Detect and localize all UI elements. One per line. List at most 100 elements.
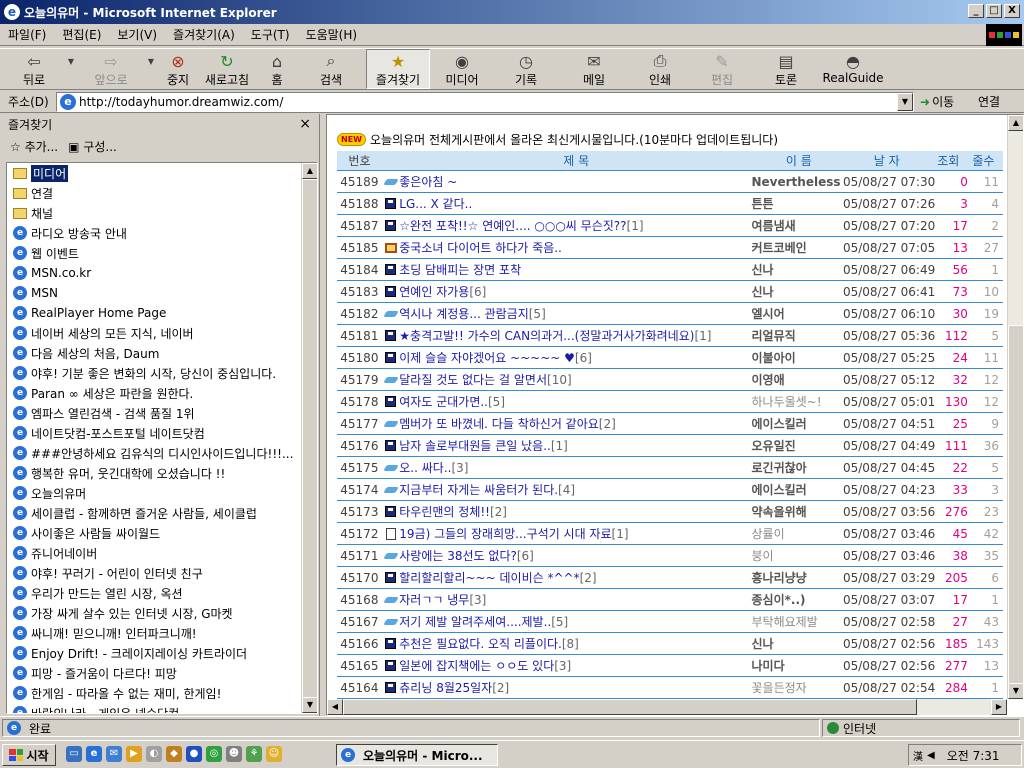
favorites-link[interactable]: e 바람의나라 - 게임은 넥슨닷컴 <box>7 703 301 713</box>
post-author[interactable]: 종심이*..) <box>751 591 842 608</box>
post-subject-link[interactable]: 좋은아침 ~ <box>399 173 751 190</box>
favorites-link[interactable]: e 다음 세상의 처음, Daum <box>7 343 301 363</box>
scroll-left-icon[interactable]: ◀ <box>327 699 343 715</box>
favorites-link[interactable]: e ###안녕하세요 김유식의 디시인사이드입니다!!!... <box>7 443 301 463</box>
post-author[interactable]: 나미다 <box>751 657 842 674</box>
messenger-icon[interactable]: ● <box>186 746 202 762</box>
favorites-link[interactable]: e 한게임 - 따라올 수 없는 재미, 한게임! <box>7 683 301 703</box>
favorites-link[interactable]: e 피망 - 즐거움이 다르다! 피망 <box>7 663 301 683</box>
post-subject-link[interactable]: 오.. 싸다..[3] <box>399 459 751 476</box>
favorites-link[interactable]: e 사이좋은 사람들 싸이월드 <box>7 523 301 543</box>
close-button[interactable]: X <box>1004 4 1020 18</box>
ie-quicklaunch-icon[interactable]: e <box>86 746 102 762</box>
home-button[interactable]: ⌂ 홈 <box>258 49 296 89</box>
mail-button[interactable]: ✉ 메일 <box>558 49 630 89</box>
favorites-link[interactable]: e 네이트닷컴-포스트포털 네이트닷컴 <box>7 423 301 443</box>
post-author[interactable]: 에이스킬러 <box>751 481 842 498</box>
ime-icon[interactable]: 漢 <box>913 748 923 763</box>
favorites-link[interactable]: e 우리가 만드는 열린 시장, 옥션 <box>7 583 301 603</box>
menu-edit[interactable]: 편집(E) <box>54 26 109 43</box>
post-author[interactable]: 이영애 <box>751 371 842 388</box>
post-author[interactable]: 붕이 <box>751 547 842 564</box>
scroll-down-icon[interactable]: ▼ <box>302 697 317 713</box>
post-subject-link[interactable]: 달라질 것도 없다는 걸 알면서[10] <box>399 371 751 388</box>
post-author[interactable]: 부탁해요제발 <box>751 613 842 630</box>
post-subject-link[interactable]: 할리할리할리~~~ 데이비슨 *^^*[2] <box>399 569 751 586</box>
favorites-link[interactable]: e MSN <box>7 283 301 303</box>
back-button[interactable]: ⇦ 뒤로 <box>6 49 62 89</box>
scroll-thumb[interactable] <box>1008 325 1023 695</box>
post-author[interactable]: 신나 <box>751 283 842 300</box>
back-dropdown[interactable]: ▼ <box>62 49 80 89</box>
post-subject-link[interactable]: 역시나 계정용... 관람금지[5] <box>399 305 751 322</box>
post-subject-link[interactable]: ☆완전 포착!!☆ 연예인.... ○○○씨 무슨짓??[1] <box>399 217 751 234</box>
organize-favorites-button[interactable]: ▣ 구성... <box>68 138 117 155</box>
forward-button[interactable]: ⇨ 앞으로 <box>80 49 142 89</box>
favorites-link[interactable]: e 야후! 기분 좋은 변화의 시작, 당신이 중심입니다. <box>7 363 301 383</box>
post-author[interactable]: 흥나리냥냥 <box>751 569 842 586</box>
post-subject-link[interactable]: 저기 제발 알려주세여....제발..[5] <box>399 613 751 630</box>
favorites-folder[interactable]: 채널 <box>7 203 301 223</box>
post-subject-link[interactable]: 추천은 필요없다. 오직 리플이다.[8] <box>399 635 751 652</box>
favorites-folder[interactable]: 미디어 <box>7 163 301 183</box>
app-icon[interactable]: ◐ <box>146 746 162 762</box>
post-author[interactable]: 약속을위해 <box>751 503 842 520</box>
favorites-link[interactable]: e 엠파스 열린검색 - 검색 품질 1위 <box>7 403 301 423</box>
favorites-link[interactable]: e 행복한 유머, 웃긴대학에 오셨습니다 !! <box>7 463 301 483</box>
address-input[interactable]: e http://todayhumor.dreamwiz.com/ ▼ <box>56 92 914 112</box>
start-button[interactable]: 시작 <box>2 744 56 766</box>
app-icon-6[interactable]: ☺ <box>266 746 282 762</box>
content-hscrollbar[interactable]: ◀ ▶ <box>327 699 1007 715</box>
scroll-down-icon[interactable]: ▼ <box>1008 683 1023 699</box>
post-subject-link[interactable]: 남자 솔로부대원들 큰일 났음..[1] <box>399 437 751 454</box>
post-author[interactable]: 커트코베인 <box>751 239 842 256</box>
post-author[interactable]: 신나 <box>751 261 842 278</box>
add-favorite-button[interactable]: ☆ 추가... <box>10 138 58 155</box>
post-author[interactable]: 신나 <box>751 635 842 652</box>
menu-favorites[interactable]: 즐겨찾기(A) <box>165 26 243 43</box>
favorites-link[interactable]: e 라디오 방송국 안내 <box>7 223 301 243</box>
go-button[interactable]: ➜ 이동 <box>920 93 954 110</box>
favorites-link[interactable]: e 야후! 꾸러기 - 어린이 인터넷 친구 <box>7 563 301 583</box>
post-subject-link[interactable]: 19금) 그들의 장래희망...구석기 시대 자료[1] <box>399 525 751 542</box>
post-subject-link[interactable]: 츄리닝 8월25일자[2] <box>399 679 751 696</box>
app-icon-4[interactable]: ☻ <box>226 746 242 762</box>
stop-button[interactable]: ⊗ 중지 <box>160 49 196 89</box>
post-author[interactable]: 하나두울셋~! <box>751 393 842 410</box>
post-author[interactable]: 튼튼 <box>751 195 842 212</box>
favorites-link[interactable]: e 쥬니어네이버 <box>7 543 301 563</box>
realguide-button[interactable]: ◓ RealGuide <box>818 49 888 89</box>
post-subject-link[interactable]: 자러ㄱㄱ 냉무[3] <box>399 591 751 608</box>
post-subject-link[interactable]: 연예인 자가용[6] <box>399 283 751 300</box>
links-button[interactable]: 연결 <box>978 93 1000 110</box>
post-subject-link[interactable]: 사랑에는 38선도 없다?[6] <box>399 547 751 564</box>
maximize-button[interactable]: □ <box>986 4 1002 18</box>
print-button[interactable]: ⎙ 인쇄 <box>630 49 690 89</box>
post-subject-link[interactable]: 초딩 담배피는 장면 포착 <box>399 261 751 278</box>
scroll-up-icon[interactable]: ▲ <box>1008 115 1023 131</box>
hscroll-thumb[interactable] <box>343 699 917 715</box>
favorites-link[interactable]: e MSN.co.kr <box>7 263 301 283</box>
app-icon-3[interactable]: ◎ <box>206 746 222 762</box>
favorites-scrollbar[interactable]: ▲ ▼ <box>301 163 317 713</box>
favorites-button[interactable]: ★ 즐겨찾기 <box>366 49 430 89</box>
favorites-link[interactable]: e 가장 싸게 살수 있는 인터넷 시장, G마켓 <box>7 603 301 623</box>
post-subject-link[interactable]: 타우린맨의 정체!![2] <box>399 503 751 520</box>
post-author[interactable]: 엘시어 <box>751 305 842 322</box>
outlook-icon[interactable]: ✉ <box>106 746 122 762</box>
post-author[interactable]: 이불아이 <box>751 349 842 366</box>
minimize-button[interactable]: _ <box>968 4 984 18</box>
app-icon-2[interactable]: ◆ <box>166 746 182 762</box>
favorites-link[interactable]: e RealPlayer Home Page <box>7 303 301 323</box>
media-button[interactable]: ◉ 미디어 <box>430 49 494 89</box>
post-subject-link[interactable]: 멤버가 또 바꼈네. 다들 착하신거 같아요[2] <box>399 415 751 432</box>
app-icon-5[interactable]: ⚘ <box>246 746 262 762</box>
scroll-right-icon[interactable]: ▶ <box>991 699 1007 715</box>
post-subject-link[interactable]: ★충격고발!! 가수의 CAN의과거...(정말과거사가화려네요)[1] <box>399 327 751 344</box>
taskbar-task-ie[interactable]: e 오늘의유머 - Micro... <box>336 744 498 766</box>
post-author[interactable]: 에이스킬러 <box>751 415 842 432</box>
discuss-button[interactable]: ▤ 토론 <box>754 49 818 89</box>
favorites-link[interactable]: e Enjoy Drift! - 크레이지레이싱 카트라이더 <box>7 643 301 663</box>
favorites-link[interactable]: e 웹 이벤트 <box>7 243 301 263</box>
favorites-link[interactable]: e Paran ∞ 세상은 파란을 원한다. <box>7 383 301 403</box>
